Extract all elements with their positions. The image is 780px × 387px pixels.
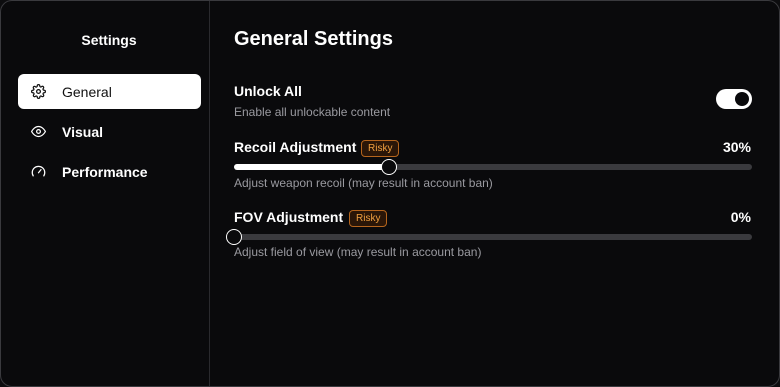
sidebar-item-general[interactable]: General (18, 74, 201, 109)
toggle-knob (735, 92, 749, 106)
main-panel: General Settings Unlock All Enable all u… (210, 1, 779, 386)
gauge-icon (30, 164, 46, 180)
recoil-value: 30% (722, 139, 751, 155)
risky-badge: Risky (349, 210, 388, 227)
eye-icon (30, 124, 46, 140)
fov-slider[interactable] (226, 229, 752, 245)
fov-description: Adjust field of view (may result in acco… (234, 245, 482, 259)
gear-icon (30, 84, 46, 100)
sidebar-item-label: Visual (62, 123, 103, 140)
sidebar-item-label: Performance (62, 163, 148, 180)
sidebar-item-visual[interactable]: Visual (18, 114, 201, 149)
unlock-all-description: Enable all unlockable content (234, 105, 391, 119)
risky-badge: Risky (361, 140, 400, 157)
sidebar: Settings General Visual Performance (1, 1, 210, 386)
recoil-description: Adjust weapon recoil (may result in acco… (234, 176, 493, 190)
unlock-all-toggle[interactable] (716, 89, 752, 109)
sidebar-item-label: General (62, 83, 112, 100)
recoil-slider[interactable] (234, 159, 752, 175)
unlock-all-title: Unlock All (234, 83, 302, 99)
slider-thumb[interactable] (381, 159, 398, 175)
slider-thumb[interactable] (226, 229, 242, 245)
fov-adjustment-title: FOV Adjustment (234, 209, 344, 225)
settings-window: Settings General Visual Performance Gene… (0, 0, 780, 387)
page-title: General Settings (234, 28, 393, 50)
fov-value: 0% (730, 209, 751, 225)
sidebar-item-performance[interactable]: Performance (18, 154, 201, 189)
sidebar-title: Settings (81, 32, 137, 48)
recoil-adjustment-title: Recoil Adjustment (234, 139, 357, 155)
slider-fill (234, 164, 390, 170)
